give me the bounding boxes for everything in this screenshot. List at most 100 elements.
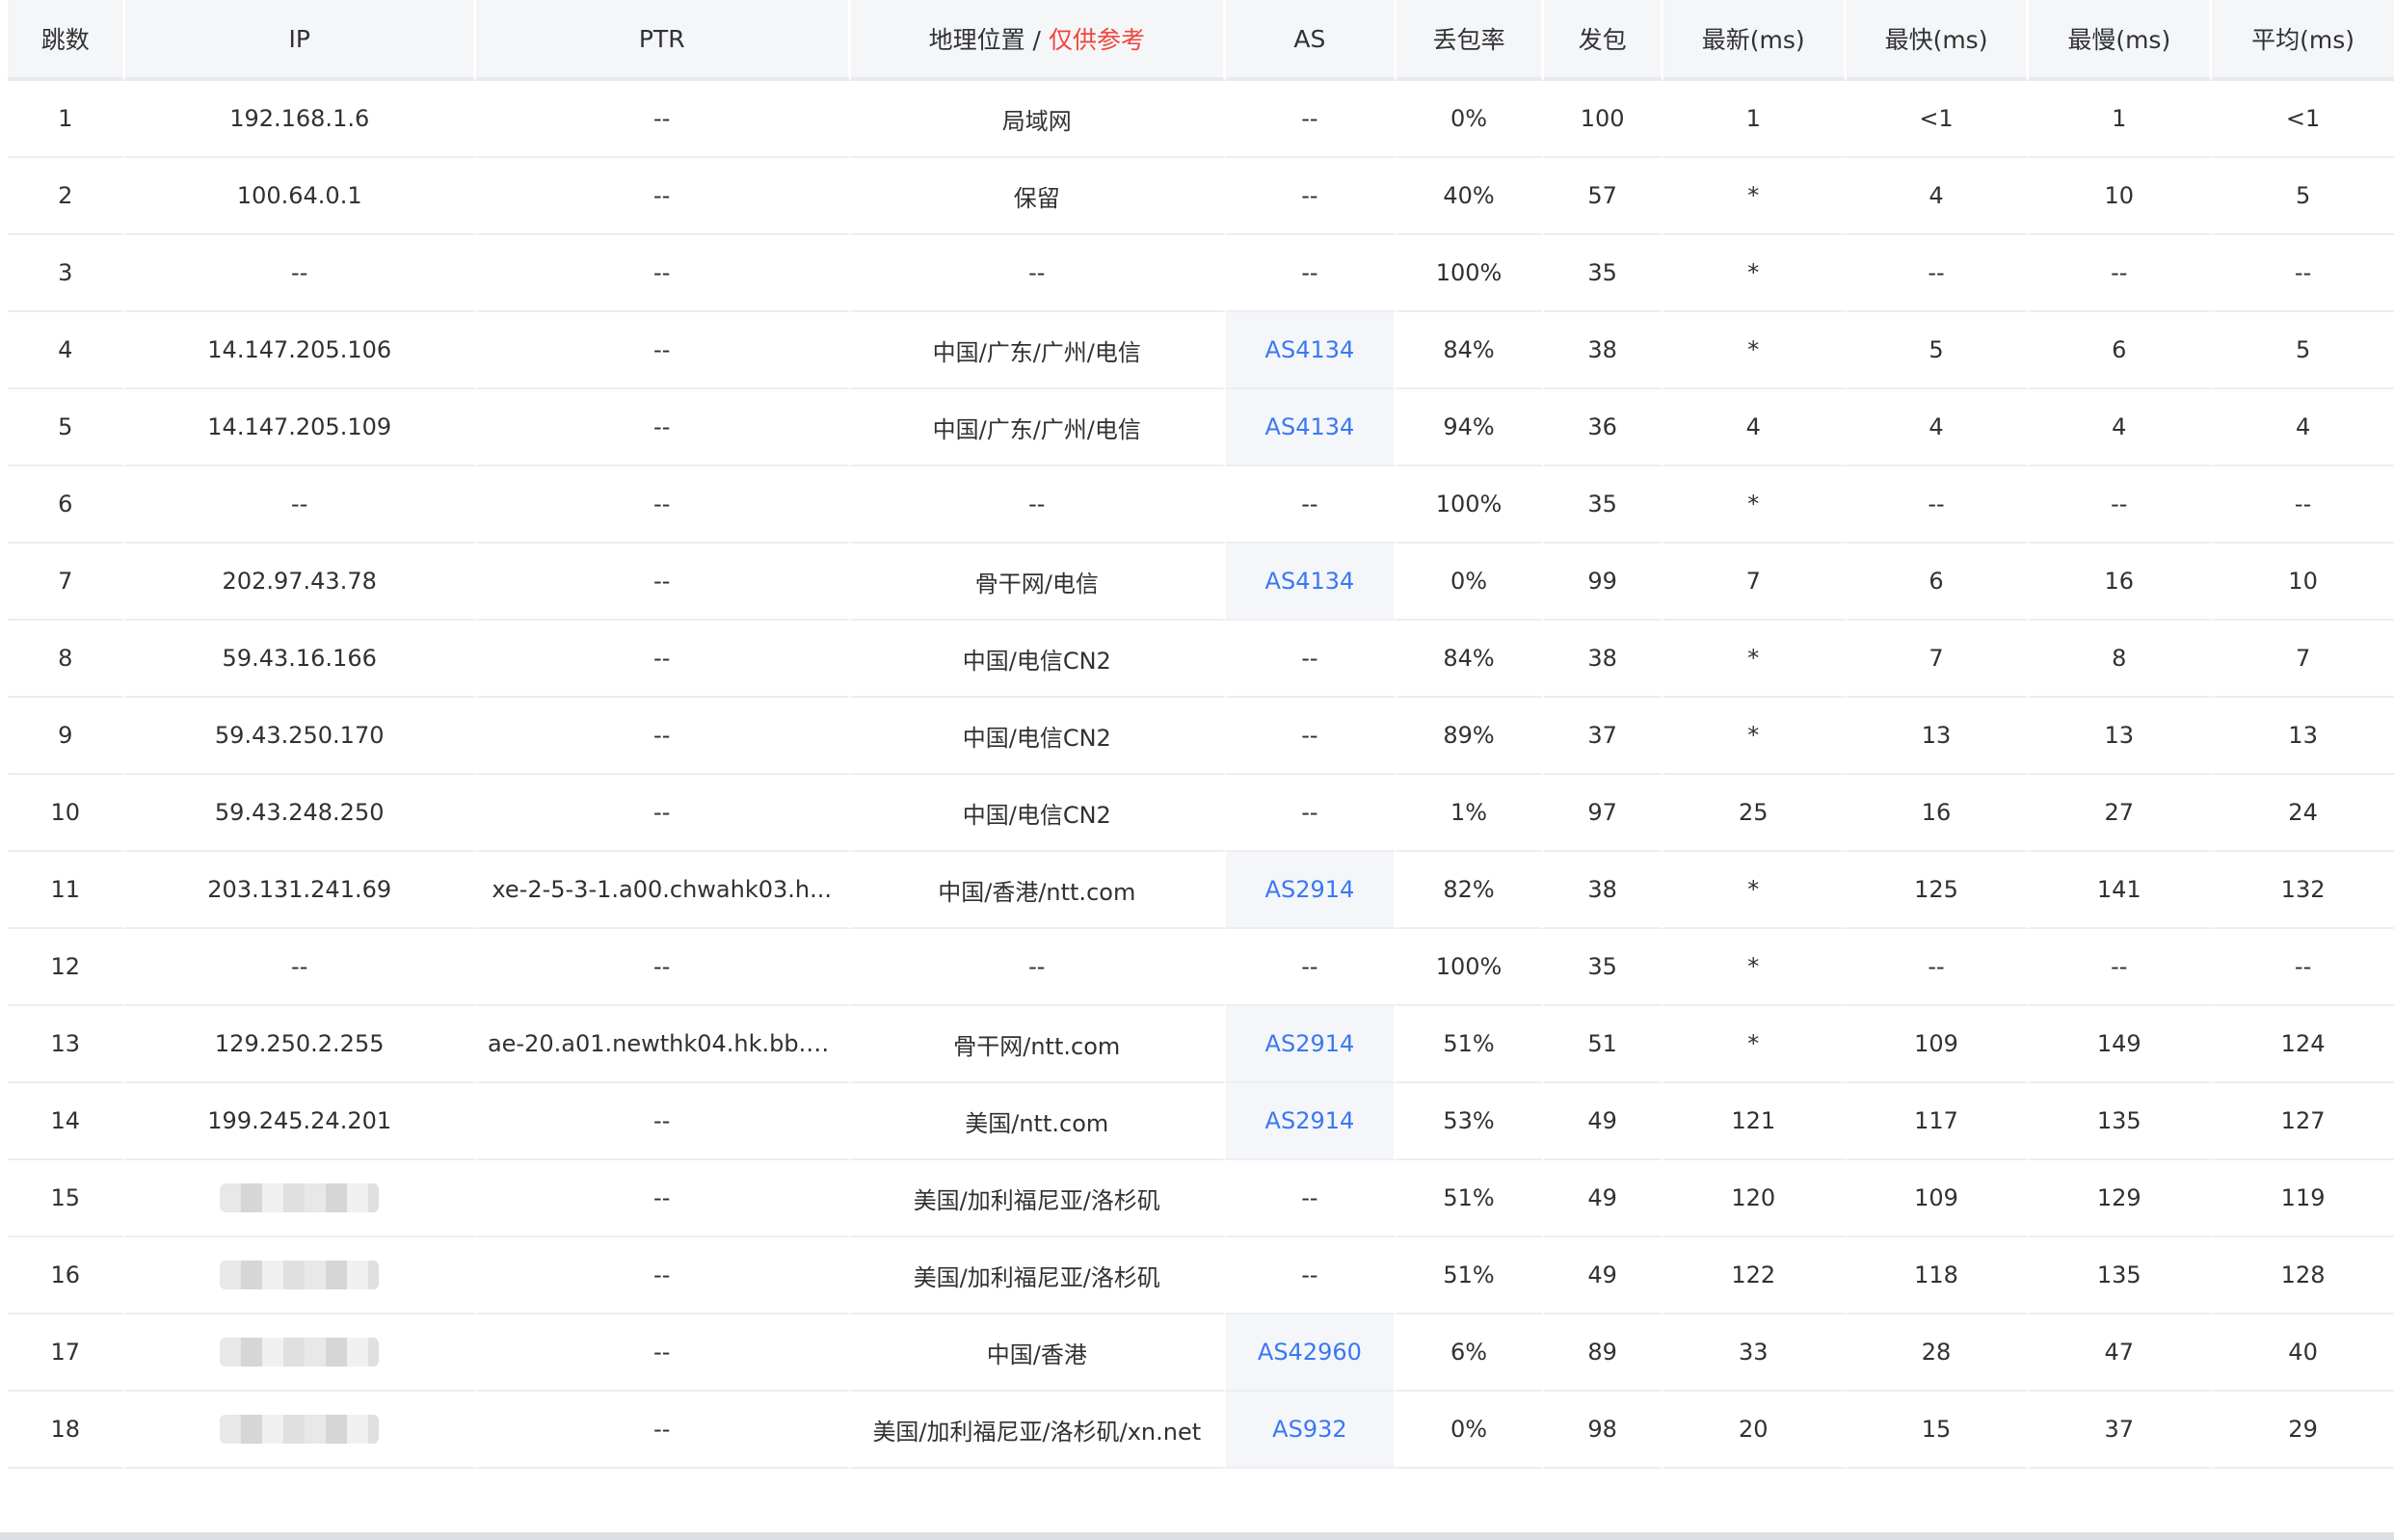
cell-best: 125 [1846, 852, 2030, 929]
cell-geo: 中国/电信CN2 [850, 621, 1227, 698]
cell-last: 25 [1662, 775, 1847, 852]
cell-last: 20 [1662, 1392, 1847, 1469]
cell-worst: 135 [2029, 1083, 2213, 1160]
cell-avg: -- [2212, 929, 2394, 1006]
redacted-ip [220, 1338, 380, 1367]
cell-ip: 59.43.250.170 [125, 698, 476, 775]
cell-best: -- [1846, 929, 2030, 1006]
cell-sent: 38 [1544, 312, 1663, 389]
cell-hop: 18 [8, 1392, 126, 1469]
cell-ptr: xe-2-5-3-1.a00.chwahk03.h... [475, 852, 851, 929]
cell-hop: 2 [8, 158, 126, 235]
as-link[interactable]: AS932 [1272, 1416, 1346, 1443]
cell-loss: 100% [1396, 929, 1545, 1006]
cell-hop: 11 [8, 852, 126, 929]
as-link[interactable]: AS4134 [1265, 336, 1355, 363]
header-row: 跳数 IP PTR 地理位置 / 仅供参考 AS 丢包率 发包 最新(ms) 最… [8, 0, 2394, 81]
cell-last: * [1662, 1006, 1847, 1083]
cell-avg: 40 [2212, 1314, 2394, 1392]
cell-avg: -- [2212, 235, 2394, 312]
cell-best: 15 [1846, 1392, 2030, 1469]
cell-as: -- [1226, 235, 1396, 312]
cell-geo: 局域网 [850, 81, 1227, 158]
cell-last: * [1662, 621, 1847, 698]
cell-worst: 27 [2029, 775, 2213, 852]
bottom-scroll-edge [0, 1532, 2394, 1540]
cell-ip: 202.97.43.78 [125, 544, 476, 621]
table-row: 14 199.245.24.201 -- 美国/ntt.com AS2914 53% 49 1… [8, 1083, 2394, 1160]
cell-last: * [1662, 929, 1847, 1006]
cell-ptr: -- [475, 235, 851, 312]
cell-last: 4 [1662, 389, 1847, 466]
cell-ip: 199.245.24.201 [125, 1083, 476, 1160]
cell-best: 28 [1846, 1314, 2030, 1392]
cell-avg: 128 [2212, 1237, 2394, 1314]
cell-loss: 100% [1396, 466, 1545, 544]
cell-ptr: -- [475, 158, 851, 235]
cell-best: 6 [1846, 544, 2030, 621]
cell-ip: 14.147.205.109 [125, 389, 476, 466]
cell-loss: 0% [1396, 81, 1545, 158]
traceroute-table-panel: 跳数 IP PTR 地理位置 / 仅供参考 AS 丢包率 发包 最新(ms) 最… [0, 0, 2394, 1540]
cell-as: -- [1226, 929, 1396, 1006]
cell-geo: 骨干网/电信 [850, 544, 1227, 621]
cell-geo: 保留 [850, 158, 1227, 235]
cell-avg: 4 [2212, 389, 2394, 466]
table-row: 10 59.43.248.250 -- 中国/电信CN2 -- 1% 97 25 16 27 24 [8, 775, 2394, 852]
cell-ptr: ae-20.a01.newthk04.hk.bb.gi... [475, 1006, 851, 1083]
cell-best: 13 [1846, 698, 2030, 775]
cell-as: AS4134 [1226, 389, 1396, 466]
cell-best: 4 [1846, 389, 2030, 466]
table-row: 7 202.97.43.78 -- 骨干网/电信 AS4134 0% 99 7 6 16 10 [8, 544, 2394, 621]
cell-hop: 4 [8, 312, 126, 389]
cell-ip: -- [125, 235, 476, 312]
cell-ptr: -- [475, 1083, 851, 1160]
table-row: 18 -- 美国/加利福尼亚/洛杉矶/xn.net AS932 0% 98 20 15 37 29 [8, 1392, 2394, 1469]
cell-ptr: -- [475, 544, 851, 621]
as-link[interactable]: AS2914 [1265, 1107, 1355, 1134]
cell-sent: 49 [1544, 1160, 1663, 1237]
cell-ip: -- [125, 466, 476, 544]
cell-worst: 135 [2029, 1237, 2213, 1314]
cell-ptr: -- [475, 466, 851, 544]
cell-geo: 美国/加利福尼亚/洛杉矶 [850, 1160, 1227, 1237]
header-geo-separator: / [1024, 26, 1049, 54]
cell-loss: 0% [1396, 1392, 1545, 1469]
cell-hop: 9 [8, 698, 126, 775]
cell-best: 117 [1846, 1083, 2030, 1160]
cell-ip: 59.43.248.250 [125, 775, 476, 852]
cell-ip [125, 1160, 476, 1237]
cell-avg: 5 [2212, 158, 2394, 235]
cell-last: 122 [1662, 1237, 1847, 1314]
cell-as: AS2914 [1226, 1083, 1396, 1160]
cell-as: AS2914 [1226, 852, 1396, 929]
cell-hop: 7 [8, 544, 126, 621]
cell-geo: 中国/电信CN2 [850, 698, 1227, 775]
cell-as: -- [1226, 81, 1396, 158]
table-row: 17 -- 中国/香港 AS42960 6% 89 33 28 47 40 [8, 1314, 2394, 1392]
cell-last: * [1662, 312, 1847, 389]
cell-geo: 美国/加利福尼亚/洛杉矶/xn.net [850, 1392, 1227, 1469]
cell-ip: 203.131.241.69 [125, 852, 476, 929]
as-link[interactable]: AS2914 [1265, 876, 1355, 903]
cell-worst: 10 [2029, 158, 2213, 235]
cell-worst: 47 [2029, 1314, 2213, 1392]
header-worst: 最慢(ms) [2029, 0, 2213, 81]
cell-hop: 13 [8, 1006, 126, 1083]
cell-sent: 35 [1544, 235, 1663, 312]
cell-geo: 骨干网/ntt.com [850, 1006, 1227, 1083]
cell-geo: -- [850, 929, 1227, 1006]
cell-last: 120 [1662, 1160, 1847, 1237]
as-link[interactable]: AS4134 [1265, 568, 1355, 595]
as-link[interactable]: AS4134 [1265, 413, 1355, 440]
cell-ip: 129.250.2.255 [125, 1006, 476, 1083]
cell-geo: 中国/广东/广州/电信 [850, 389, 1227, 466]
cell-worst: 149 [2029, 1006, 2213, 1083]
cell-worst: 37 [2029, 1392, 2213, 1469]
cell-loss: 51% [1396, 1237, 1545, 1314]
cell-as: AS2914 [1226, 1006, 1396, 1083]
cell-last: * [1662, 698, 1847, 775]
as-link[interactable]: AS2914 [1265, 1030, 1355, 1057]
as-link[interactable]: AS42960 [1258, 1339, 1362, 1366]
cell-hop: 15 [8, 1160, 126, 1237]
